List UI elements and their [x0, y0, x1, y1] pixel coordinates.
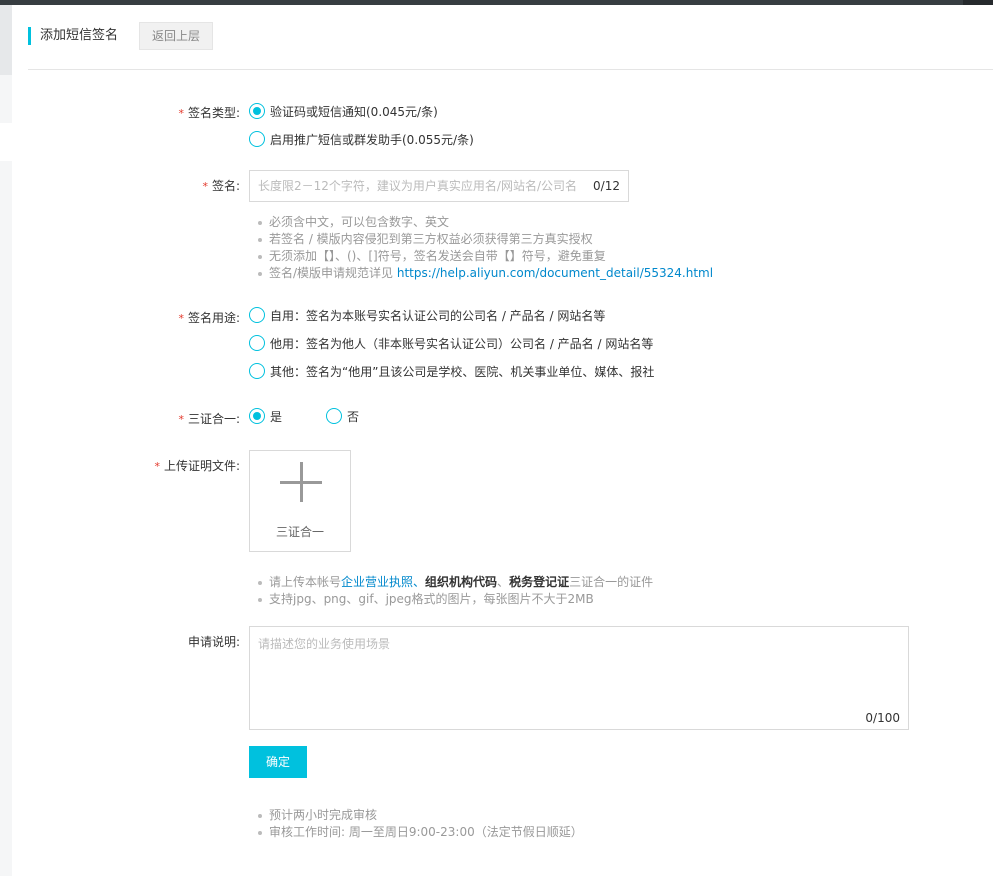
page-title: 添加短信签名 — [40, 28, 119, 43]
sidebar-block — [0, 5, 12, 75]
footer-notes: 预计两小时完成审核 审核工作时间: 周一至周日9:00-23:00（法定节假日顺… — [255, 807, 583, 841]
sign-usage-label-text: 签名用途: — [187, 311, 240, 325]
required-mark: * — [178, 107, 184, 120]
sidebar-collapsed — [0, 5, 12, 876]
sign-type-option-promo-label: 启用推广短信或群发助手(0.055元/条) — [270, 133, 474, 147]
required-mark: * — [178, 413, 184, 426]
sign-name-counter: 0/12 — [593, 179, 620, 193]
sign-usage-option-other-label: 其他：签名为“他用”且该公司是学校、医院、机关事业单位、媒体、报社 — [270, 365, 655, 379]
top-bar — [0, 0, 993, 5]
three-in-one-label-text: 三证合一: — [187, 412, 240, 426]
sign-usage-option-others-label: 他用：签名为他人（非本账号实名认证公司）公司名 / 产品名 / 网站名等 — [270, 337, 654, 351]
business-license-link[interactable]: 企业营业执照、 — [341, 575, 425, 589]
back-button[interactable]: 返回上层 — [139, 22, 213, 50]
description-counter: 0/100 — [865, 711, 900, 725]
sign-usage-option-self-label: 自用：签名为本账号实名认证公司的公司名 / 产品名 / 网站名等 — [270, 309, 606, 323]
sign-name-field[interactable]: 0/12 — [249, 170, 629, 202]
sign-type-label: * 签名类型: — [10, 105, 240, 122]
sign-usage-label: * 签名用途: — [10, 310, 240, 327]
upload-note-sep: 、 — [497, 575, 510, 589]
description-label: 申请说明: — [10, 634, 240, 650]
radio-unchecked-icon[interactable] — [249, 307, 265, 323]
header-divider — [28, 69, 993, 70]
upload-note-suffix: 三证合一的证件 — [569, 575, 654, 589]
description-label-text: 申请说明: — [187, 635, 240, 649]
required-mark: * — [202, 180, 208, 193]
three-in-one-yes-label: 是 — [270, 410, 283, 424]
plus-icon — [280, 462, 322, 504]
list-item: 若签名 / 模版内容侵犯到第三方权益必须获得第三方真实授权 — [255, 231, 713, 248]
upload-tile-label: 三证合一 — [275, 525, 324, 539]
upload-label-text: 上传证明文件: — [163, 459, 240, 473]
spec-note-prefix: 签名/模版申请规范详见 — [269, 266, 397, 280]
list-item: 无须添加【】、()、[]符号，签名发送会自带【】符号，避免重复 — [255, 248, 713, 265]
three-in-one-label: * 三证合一: — [10, 411, 240, 428]
sign-name-notes: 必须含中文，可以包含数字、英文 若签名 / 模版内容侵犯到第三方权益必须获得第三… — [255, 214, 713, 282]
upload-notes: 请上传本帐号企业营业执照、组织机构代码、税务登记证三证合一的证件 支持jpg、p… — [255, 574, 653, 608]
spec-doc-link[interactable]: https://help.aliyun.com/document_detail/… — [397, 266, 713, 280]
top-bar-corner — [963, 0, 993, 5]
list-item: 支持jpg、png、gif、jpeg格式的图片，每张图片不大于2MB — [255, 591, 653, 608]
radio-unchecked-icon[interactable] — [249, 363, 265, 379]
list-item: 请上传本帐号企业营业执照、组织机构代码、税务登记证三证合一的证件 — [255, 574, 653, 591]
sign-type-label-text: 签名类型: — [187, 106, 240, 120]
title-accent-bar — [28, 27, 31, 45]
required-mark: * — [178, 312, 184, 325]
tax-cert-text: 税务登记证 — [509, 575, 570, 589]
upload-note-prefix: 请上传本帐号 — [269, 575, 342, 589]
description-field[interactable]: 0/100 — [249, 626, 909, 730]
three-in-one-no-label: 否 — [347, 410, 360, 424]
submit-button[interactable]: 确定 — [249, 746, 307, 778]
list-item: 审核工作时间: 周一至周日9:00-23:00（法定节假日顺延） — [255, 824, 583, 841]
upload-label: * 上传证明文件: — [10, 458, 240, 475]
required-mark: * — [154, 460, 160, 473]
radio-unchecked-icon[interactable] — [326, 408, 342, 424]
sign-name-label: * 签名: — [10, 178, 240, 195]
radio-unchecked-icon[interactable] — [249, 335, 265, 351]
radio-checked-icon[interactable] — [249, 408, 265, 424]
radio-checked-icon[interactable] — [249, 103, 265, 119]
list-item: 必须含中文，可以包含数字、英文 — [255, 214, 713, 231]
sidebar-gap — [0, 123, 12, 161]
sign-name-label-text: 签名: — [211, 179, 240, 193]
radio-unchecked-icon[interactable] — [249, 131, 265, 147]
sign-type-option-verify-label: 验证码或短信通知(0.045元/条) — [270, 105, 438, 119]
org-code-text: 组织机构代码 — [425, 575, 498, 589]
list-item: 签名/模版申请规范详见 https://help.aliyun.com/docu… — [255, 265, 713, 282]
upload-tile[interactable]: 三证合一 — [249, 450, 351, 552]
description-textarea[interactable] — [250, 627, 908, 707]
list-item: 预计两小时完成审核 — [255, 807, 583, 824]
sign-name-input[interactable] — [250, 171, 590, 201]
